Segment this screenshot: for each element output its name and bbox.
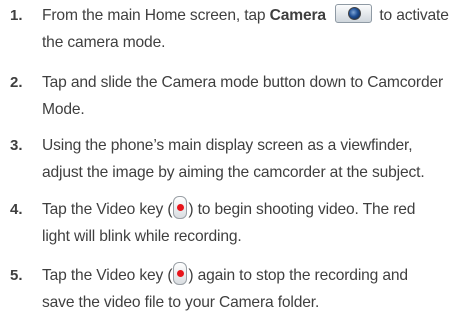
- step-text: Using the phone’s main display screen as…: [42, 132, 472, 186]
- step-number: 4.: [10, 201, 23, 218]
- step-text: Tap the Video key ( ) to begin shooting v…: [42, 196, 472, 250]
- step-line: Tap the Video key ( ) again to stop the r…: [42, 262, 472, 289]
- step-line: save the video file to your Camera folde…: [42, 294, 320, 311]
- video-key-icon: [173, 196, 188, 219]
- step-number: 5.: [10, 267, 23, 284]
- step-number: 3.: [10, 137, 23, 154]
- step-line: light will blink while recording.: [42, 228, 242, 245]
- step-line: the camera mode.: [42, 34, 166, 51]
- step-number: 2.: [10, 74, 23, 91]
- step-line: adjust the image by aiming the camcorder…: [42, 164, 425, 181]
- step-line: Tap and slide the Camera mode button dow…: [42, 74, 444, 91]
- step-text: Tap the Video key ( ) again to stop the r…: [42, 262, 472, 316]
- camera-label: Camera: [269, 7, 326, 24]
- camera-icon: [335, 4, 373, 23]
- step-line: Mode.: [42, 101, 85, 118]
- step-text-part: Tap the Video key (: [42, 267, 173, 284]
- step-number: 1.: [10, 7, 23, 24]
- video-key-icon: [173, 262, 188, 285]
- step-text: Tap and slide the Camera mode button dow…: [42, 69, 472, 123]
- step-line: From the main Home screen, tap Camera to…: [42, 2, 472, 29]
- step-text-part: ) again to stop the recording and: [188, 267, 408, 284]
- step-text-part: to activate: [379, 7, 449, 24]
- step-text-part: Tap the Video key (: [42, 201, 173, 218]
- step-text-part: From the main Home screen, tap: [42, 7, 266, 24]
- step-text: From the main Home screen, tap Camera to…: [42, 2, 472, 56]
- step-line: Using the phone’s main display screen as…: [42, 137, 413, 154]
- step-line: Tap the Video key ( ) to begin shooting v…: [42, 196, 472, 223]
- step-text-part: ) to begin shooting video. The red: [188, 201, 416, 218]
